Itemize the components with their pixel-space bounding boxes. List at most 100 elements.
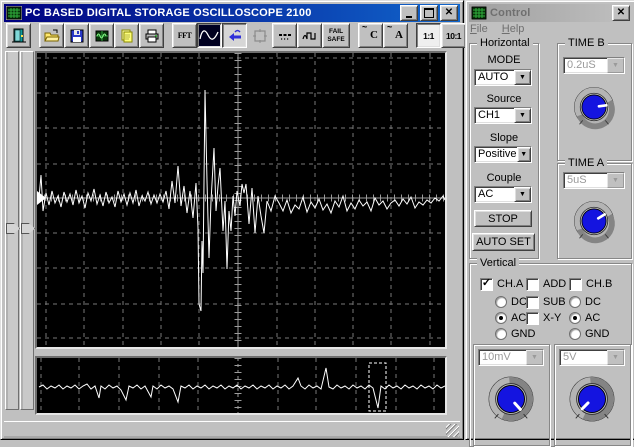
ch-b-dc-label: DC [585,296,601,309]
ch-a-gain-knob[interactable] [483,371,539,427]
ch-a-range-dropdown[interactable]: 10mV ▼ [478,349,544,366]
time-a-group: TIME A 5uS ▼ [557,163,632,259]
stop-button[interactable]: STOP [474,210,532,227]
vertical-group: Vertical ✓ CH.A ✓ ADD ✓ CH.B DC ✓ SUB DC… [469,263,632,447]
stop-button-label: STOP [488,213,518,225]
menu-file[interactable]: File [470,23,488,38]
cal-a-label: A [395,29,403,41]
fail-safe-line2: SAFE [327,36,344,43]
ch-b-gnd-label: GND [585,328,609,341]
slope-dropdown[interactable]: Positive ▼ [474,146,532,163]
ch-a-gnd-radio[interactable] [495,328,507,340]
chevron-down-icon[interactable]: ▼ [517,147,531,162]
ch-a-dc-label: DC [511,296,527,309]
blue-wave-arrow-icon [227,28,243,44]
auto-set-button-label: AUTO SET [476,236,531,248]
chevron-down-icon: ▼ [607,350,624,365]
time-b-dropdown[interactable]: 0.2uS ▼ [563,57,625,74]
ch-b-range-value: 5V [560,351,607,364]
ch-a-checkbox[interactable]: ✓ [480,278,493,291]
source-value: CH1 [475,109,514,122]
ch-a-ac-radio[interactable] [495,312,507,324]
exit-button[interactable] [6,23,31,48]
fft-button[interactable]: FFT [172,23,197,48]
ch-a-dc-radio[interactable] [495,296,507,308]
ch-b-gain-panel: 5V ▼ [554,344,631,446]
printer-icon [144,28,160,44]
chevron-down-icon[interactable]: ▼ [514,187,531,202]
ch-a-ac-label: AC [511,312,526,325]
control-titlebar[interactable]: Control ✕ [469,4,632,22]
horizontal-group: Horizontal MODE AUTO ▼ Source CH1 ▼ Slop… [469,43,539,259]
fail-safe-button[interactable]: FAIL SAFE [322,23,350,48]
sub-checkbox[interactable]: ✓ [526,296,539,309]
ch-b-ac-label: AC [585,312,600,325]
ch-b-gnd-radio[interactable] [569,328,581,340]
graticule-button[interactable] [247,23,272,48]
cal-c-button[interactable]: ~ C [358,23,383,48]
save-button[interactable] [64,23,89,48]
time-a-value: 5uS [564,174,607,187]
add-checkbox[interactable]: ✓ [526,278,539,291]
x-y-checkbox-label: X-Y [543,312,561,325]
status-bar [4,421,460,438]
time-b-value: 0.2uS [564,59,607,72]
ch-b-checkbox[interactable]: ✓ [569,278,582,291]
close-icon: ✕ [617,8,625,18]
time-b-knob[interactable] [569,82,619,132]
maximize-icon [424,8,434,18]
time-b-group-label: TIME B [565,37,608,49]
ch-b-dc-radio[interactable] [569,296,581,308]
control-close-button[interactable]: ✕ [612,5,630,21]
ch-b-range-dropdown[interactable]: 5V ▼ [559,349,625,366]
close-button[interactable]: ✕ [440,5,458,21]
couple-dropdown[interactable]: AC ▼ [474,186,532,203]
ratio-10-1-button[interactable]: 10:1 [441,23,466,48]
ch-a-gnd-label: GND [511,328,535,341]
source-dropdown[interactable]: CH1 ▼ [474,107,532,124]
overview-trace-display[interactable] [37,358,445,413]
print-button[interactable] [139,23,164,48]
ratio-1-1-button[interactable]: 1:1 [416,23,441,48]
open-button[interactable] [39,23,64,48]
sine-trace-icon [199,26,220,45]
mode-dropdown[interactable]: AUTO ▼ [474,69,532,86]
sweep-arrow-button[interactable] [222,23,247,48]
app-icon [6,6,22,20]
time-b-group: TIME B 0.2uS ▼ [557,43,632,161]
notes-icon [119,28,135,44]
horizontal-group-label: Horizontal [477,37,533,49]
time-a-knob[interactable] [569,196,619,246]
auto-set-button[interactable]: AUTO SET [472,233,535,251]
cal-a-button[interactable]: ~ A [383,23,408,48]
sine-to-square-icon [302,28,318,44]
chevron-down-icon[interactable]: ▼ [514,108,531,123]
time-a-dropdown[interactable]: 5uS ▼ [563,172,625,189]
control-menubar: File Help [470,23,631,38]
x-y-checkbox[interactable]: ✓ [526,312,539,325]
main-window-title: PC BASED DIGITAL STORAGE OSCILLOSCOPE 21… [25,7,397,19]
maximize-button[interactable] [420,5,438,21]
couple-value: AC [475,188,514,201]
source-label: Source [470,93,538,106]
control-window: Control ✕ File Help Horizontal MODE AUTO… [465,0,634,440]
chevron-down-icon: ▼ [526,350,543,365]
fft-label: FFT [178,31,192,40]
resize-grip-icon[interactable] [446,424,459,437]
chevron-down-icon[interactable]: ▼ [514,70,531,85]
ch-b-gain-knob[interactable] [564,371,620,427]
main-titlebar[interactable]: PC BASED DIGITAL STORAGE OSCILLOSCOPE 21… [4,4,460,22]
ch-b-ac-radio[interactable] [569,312,581,324]
ch-a-gain-panel: 10mV ▼ [473,344,550,446]
ratio-10-1-label: 10:1 [446,31,461,41]
minimize-button[interactable] [400,5,418,21]
scope-screen-icon [94,28,110,44]
overview-scope-screen [35,356,447,415]
ratio-1-1-label: 1:1 [423,31,434,41]
copy-button[interactable] [114,23,139,48]
dotted-trace-button[interactable] [272,23,297,48]
square-wave-button[interactable] [297,23,322,48]
menu-help[interactable]: Help [502,23,525,38]
capture-screen-button[interactable] [89,23,114,48]
display-trace-button[interactable] [197,23,222,48]
